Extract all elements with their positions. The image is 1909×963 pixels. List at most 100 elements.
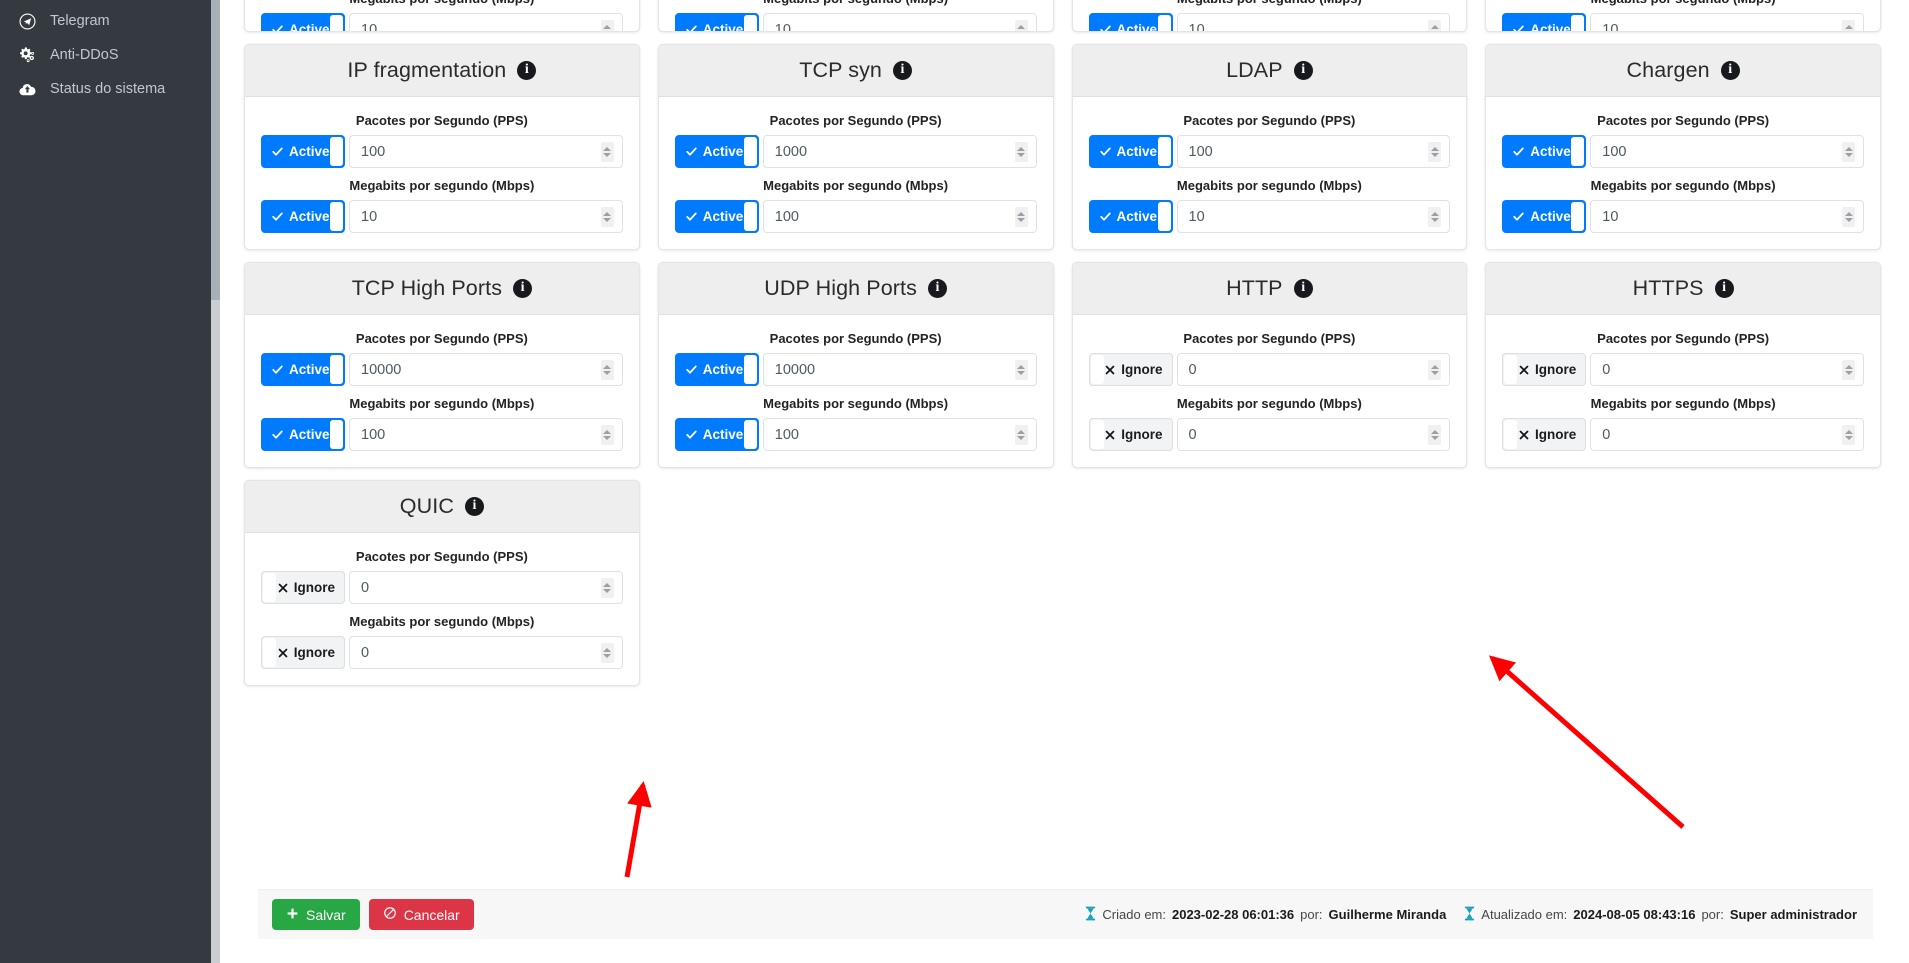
toggle-mbps[interactable]: Active bbox=[674, 13, 759, 31]
number-spinner[interactable] bbox=[1428, 141, 1442, 162]
field-label: Pacotes por Segundo (PPS) bbox=[355, 331, 528, 346]
mbps-input[interactable]: 10 bbox=[1176, 200, 1451, 233]
mbps-input[interactable]: 100 bbox=[762, 200, 1037, 233]
toggle-pps[interactable]: Ignore bbox=[1088, 353, 1173, 386]
page-bottom-strip bbox=[234, 939, 1891, 963]
gears-icon bbox=[16, 46, 38, 64]
protection-card-partial: Megabits por segundo (Mbps) Active 10 bbox=[1485, 0, 1881, 32]
number-spinner[interactable] bbox=[1842, 141, 1855, 162]
mbps-input[interactable]: 10 bbox=[762, 13, 1037, 31]
info-icon[interactable]: i bbox=[517, 61, 537, 80]
number-spinner[interactable] bbox=[600, 642, 614, 663]
toggle-pps[interactable]: Active bbox=[1502, 135, 1587, 168]
number-spinner[interactable] bbox=[1842, 206, 1855, 227]
toggle-pps[interactable]: Active bbox=[674, 135, 759, 168]
toggle-mbps[interactable]: Active bbox=[261, 13, 345, 31]
input-row: Active 10 bbox=[261, 13, 623, 32]
toggle-mbps[interactable]: Active bbox=[1502, 200, 1587, 233]
toggle-mbps[interactable]: Ignore bbox=[1502, 418, 1587, 451]
info-icon[interactable]: i bbox=[928, 279, 947, 298]
toggle-pps[interactable]: Active bbox=[1088, 135, 1173, 168]
info-icon[interactable]: i bbox=[464, 497, 484, 516]
info-icon[interactable]: i bbox=[1714, 279, 1734, 298]
toggle-label: Active bbox=[289, 209, 330, 224]
field-label: Pacotes por Segundo (PPS) bbox=[1597, 331, 1770, 346]
sidebar-scrollbar-track[interactable] bbox=[211, 0, 220, 963]
number-spinner[interactable] bbox=[1842, 359, 1855, 380]
toggle-mbps[interactable]: Active bbox=[1088, 13, 1173, 31]
mbps-input[interactable]: 100 bbox=[762, 418, 1037, 451]
toggle-pps[interactable]: Ignore bbox=[1502, 353, 1587, 386]
field-label: Pacotes por Segundo (PPS) bbox=[769, 113, 942, 128]
info-icon[interactable]: i bbox=[1293, 61, 1313, 80]
number-spinner[interactable] bbox=[600, 141, 614, 162]
pps-input[interactable]: 100 bbox=[349, 135, 623, 168]
mbps-input[interactable]: 10 bbox=[349, 13, 623, 32]
number-spinner[interactable] bbox=[1014, 359, 1028, 380]
save-button[interactable]: Salvar bbox=[272, 899, 360, 930]
pps-input[interactable]: 0 bbox=[1176, 353, 1451, 386]
mbps-input[interactable]: 100 bbox=[349, 418, 623, 451]
number-spinner[interactable] bbox=[1428, 206, 1442, 227]
card-body: Pacotes por Segundo (PPS) Active 10000 Mega… bbox=[245, 315, 639, 467]
number-spinner[interactable] bbox=[600, 19, 614, 31]
number-spinner[interactable] bbox=[1428, 424, 1442, 445]
number-spinner[interactable] bbox=[1428, 359, 1442, 380]
info-icon[interactable]: i bbox=[513, 279, 533, 298]
pps-input[interactable]: 10000 bbox=[762, 353, 1037, 386]
mbps-input[interactable]: 10 bbox=[1590, 13, 1864, 31]
toggle-mbps[interactable]: Active bbox=[1088, 200, 1173, 233]
number-spinner[interactable] bbox=[600, 206, 614, 227]
toggle-pps[interactable]: Active bbox=[261, 135, 345, 168]
mbps-input[interactable]: 10 bbox=[1590, 200, 1864, 233]
pps-input[interactable]: 1000 bbox=[762, 135, 1037, 168]
toggle-mbps[interactable]: Active bbox=[261, 200, 345, 233]
toggle-pps[interactable]: Active bbox=[261, 353, 345, 386]
pps-input[interactable]: 100 bbox=[1590, 135, 1864, 168]
number-spinner[interactable] bbox=[1014, 424, 1028, 445]
field-label: Megabits por segundo (Mbps) bbox=[349, 614, 535, 629]
toggle-knob bbox=[1157, 202, 1171, 231]
mbps-input[interactable]: 0 bbox=[349, 636, 623, 669]
mbps-input[interactable]: 10 bbox=[1176, 13, 1451, 31]
card-header: HTTPS i bbox=[1486, 263, 1880, 315]
toggle-pps[interactable]: Ignore bbox=[261, 571, 345, 604]
input-row: Ignore 0 bbox=[1502, 353, 1864, 386]
sidebar: Telegram Anti-DDoS Status do sistema bbox=[0, 0, 220, 963]
info-icon[interactable]: i bbox=[893, 61, 912, 80]
toggle-mbps[interactable]: Active bbox=[261, 418, 345, 451]
pps-input[interactable]: 100 bbox=[1176, 135, 1451, 168]
number-spinner[interactable] bbox=[600, 359, 614, 380]
number-spinner[interactable] bbox=[1014, 141, 1028, 162]
mbps-input[interactable]: 0 bbox=[1176, 418, 1451, 451]
number-spinner[interactable] bbox=[1428, 19, 1442, 31]
number-spinner[interactable] bbox=[1842, 19, 1855, 31]
number-spinner[interactable] bbox=[600, 424, 614, 445]
number-spinner[interactable] bbox=[1014, 19, 1028, 31]
info-icon[interactable]: i bbox=[1720, 61, 1740, 80]
toggle-mbps[interactable]: Active bbox=[674, 200, 759, 233]
created-by-value: Guilherme Miranda bbox=[1328, 907, 1447, 922]
toggle-knob bbox=[1571, 15, 1585, 31]
sidebar-scrollbar-thumb[interactable] bbox=[211, 0, 220, 300]
cancel-button[interactable]: Cancelar bbox=[368, 899, 474, 930]
mbps-value: 0 bbox=[1602, 426, 1611, 443]
sidebar-item-telegram[interactable]: Telegram bbox=[0, 4, 220, 38]
sidebar-item-status-do-sistema[interactable]: Status do sistema bbox=[0, 72, 220, 106]
mbps-input[interactable]: 10 bbox=[349, 200, 623, 233]
toggle-mbps[interactable]: Active bbox=[1502, 13, 1587, 31]
number-spinner[interactable] bbox=[600, 577, 614, 598]
pps-input[interactable]: 0 bbox=[349, 571, 623, 604]
pps-input[interactable]: 10000 bbox=[349, 353, 623, 386]
pps-input[interactable]: 0 bbox=[1590, 353, 1864, 386]
toggle-mbps[interactable]: Ignore bbox=[1088, 418, 1173, 451]
toggle-mbps[interactable]: Active bbox=[674, 418, 759, 451]
mbps-value: 10 bbox=[361, 21, 378, 32]
toggle-mbps[interactable]: Ignore bbox=[261, 636, 345, 669]
number-spinner[interactable] bbox=[1842, 424, 1855, 445]
sidebar-item-anti-ddos[interactable]: Anti-DDoS bbox=[0, 38, 220, 72]
toggle-pps[interactable]: Active bbox=[674, 353, 759, 386]
mbps-input[interactable]: 0 bbox=[1590, 418, 1864, 451]
number-spinner[interactable] bbox=[1014, 206, 1028, 227]
info-icon[interactable]: i bbox=[1293, 279, 1313, 298]
